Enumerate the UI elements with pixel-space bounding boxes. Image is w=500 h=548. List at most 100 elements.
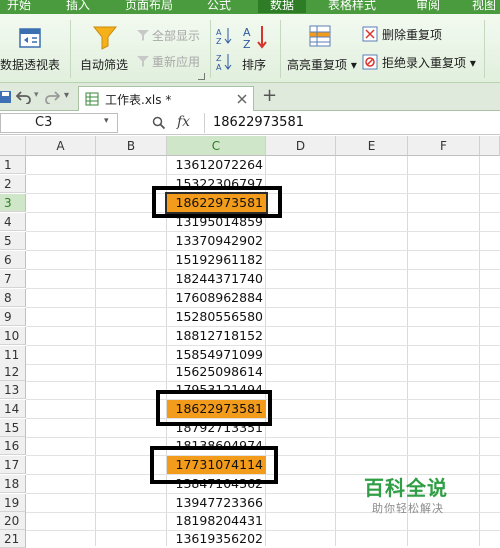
fx-icon[interactable]: fx — [177, 114, 190, 130]
menu-tab-insert[interactable]: 插入 — [56, 0, 100, 13]
annotation-box — [152, 186, 282, 218]
gridline — [479, 156, 480, 546]
remove-duplicates-icon — [362, 26, 378, 42]
sort-ascending-icon: AZ — [216, 28, 232, 46]
reapply-icon — [137, 56, 149, 67]
gridline — [335, 156, 336, 546]
cell-c5[interactable]: 13370942902 — [167, 232, 266, 250]
reject-duplicates-text: 拒绝录入重复项 — [382, 56, 467, 70]
svg-text:Z: Z — [216, 37, 222, 46]
cell-c6[interactable]: 15192961182 — [167, 251, 266, 269]
cell-c9[interactable]: 15280556580 — [167, 308, 266, 326]
row-header[interactable]: 7 — [0, 270, 26, 288]
row-header[interactable]: 9 — [0, 308, 26, 326]
row-header[interactable]: 20 — [0, 512, 26, 530]
row-header[interactable]: 13 — [0, 381, 26, 399]
undo-icon[interactable] — [16, 90, 32, 104]
row-header[interactable]: 2 — [0, 175, 26, 193]
pivot-table-button[interactable]: 数据透视表 — [0, 14, 66, 83]
row-header[interactable]: 21 — [0, 530, 26, 548]
spreadsheet-file-icon — [85, 92, 99, 106]
sort-asc-button[interactable]: AZ — [216, 26, 232, 46]
row-header[interactable]: 15 — [0, 419, 26, 437]
menu-tab-view[interactable]: 视图 — [462, 0, 500, 13]
menu-tab-formula[interactable]: 公式 — [196, 0, 242, 13]
highlight-duplicates-button[interactable]: 高亮重复项 ▾ — [284, 14, 358, 83]
cell-c7[interactable]: 18244371740 — [167, 270, 266, 288]
column-header-b[interactable]: B — [96, 136, 167, 156]
reapply-label: 重新应用 — [152, 55, 201, 69]
row-header[interactable]: 6 — [0, 251, 26, 269]
ribbon: 数据透视表 自动筛选 全部显示 重新应用 AZ ZA A Z 排序 高亮重复项 … — [0, 14, 500, 83]
row-header[interactable]: 3 — [0, 194, 26, 212]
formula-bar: C3 ▾ fx 18622973581 — [0, 111, 500, 135]
quick-access-dropdown-icon[interactable]: ▾ — [64, 90, 69, 101]
menu-tab-table-style[interactable]: 表格样式 — [320, 0, 384, 13]
row-header[interactable]: 8 — [0, 289, 26, 307]
column-header-g[interactable] — [480, 136, 500, 156]
menu-tab-review[interactable]: 审阅 — [406, 0, 450, 13]
filter-funnel-icon — [92, 26, 118, 50]
reapply-button[interactable]: 重新应用 — [134, 52, 210, 70]
annotation-box — [156, 390, 272, 426]
highlight-duplicates-text: 高亮重复项 — [287, 58, 348, 72]
row-header[interactable]: 10 — [0, 327, 26, 345]
svg-text:A: A — [216, 28, 222, 37]
remove-duplicates-button[interactable]: 删除重复项 — [360, 24, 460, 44]
highlight-duplicates-icon — [309, 25, 331, 47]
row-header[interactable]: 4 — [0, 213, 26, 231]
ribbon-divider — [484, 20, 485, 78]
cell-c11[interactable]: 15854971099 — [167, 346, 266, 364]
undo-dropdown-icon[interactable]: ▾ — [34, 90, 39, 100]
reject-duplicates-label: 拒绝录入重复项 ▾ — [382, 56, 476, 70]
row-header[interactable]: 14 — [0, 400, 26, 418]
cell-c1[interactable]: 13612072264 — [167, 156, 266, 174]
show-all-button[interactable]: 全部显示 — [134, 26, 210, 44]
reject-duplicates-button[interactable]: 拒绝录入重复项 ▾ — [360, 52, 482, 72]
row-header[interactable]: 1 — [0, 156, 26, 174]
reject-duplicates-icon — [362, 54, 378, 70]
pivot-table-label: 数据透视表 — [0, 58, 61, 72]
document-tab[interactable]: 工作表.xls * — [78, 86, 254, 111]
sort-desc-button[interactable]: ZA — [216, 52, 232, 72]
name-box-dropdown-icon[interactable]: ▾ — [104, 116, 109, 126]
column-header-d[interactable]: D — [266, 136, 336, 156]
column-header-a[interactable]: A — [26, 136, 96, 156]
row-header[interactable]: 19 — [0, 494, 26, 512]
menu-tab-home[interactable]: 开始 — [0, 0, 38, 13]
formula-input[interactable]: 18622973581 — [204, 113, 500, 133]
ribbon-divider — [210, 20, 211, 78]
zoom-search-icon[interactable] — [152, 116, 166, 130]
row-header[interactable]: 12 — [0, 363, 26, 381]
row-header[interactable]: 5 — [0, 232, 26, 250]
document-tab-bar: ▾ ▾ 工作表.xls * + — [0, 83, 500, 111]
close-tab-icon[interactable] — [237, 94, 247, 104]
remove-duplicates-label: 删除重复项 — [382, 28, 443, 42]
menu-tab-data[interactable]: 数据 — [258, 0, 306, 13]
watermark-logo: 百科全说 助你轻松解决 — [346, 468, 464, 520]
cell-c12[interactable]: 15625098614 — [167, 363, 266, 381]
sort-button[interactable]: A Z 排序 — [238, 14, 274, 83]
name-box[interactable]: C3 — [0, 113, 118, 133]
row-header[interactable]: 18 — [0, 475, 26, 493]
autofilter-button[interactable]: 自动筛选 — [78, 14, 130, 83]
cell-c21[interactable]: 13619356202 — [167, 530, 266, 548]
new-tab-button[interactable]: + — [262, 85, 277, 107]
column-header-f[interactable]: F — [408, 136, 480, 156]
row-header[interactable]: 17 — [0, 456, 26, 474]
column-header-e[interactable]: E — [336, 136, 408, 156]
cell-c20[interactable]: 18198204431 — [167, 512, 266, 530]
row-header[interactable]: 11 — [0, 346, 26, 364]
cell-c19[interactable]: 13947723366 — [167, 494, 266, 512]
save-icon[interactable] — [0, 90, 12, 104]
redo-icon[interactable] — [44, 90, 60, 104]
column-header-c[interactable]: C — [167, 136, 266, 156]
select-all-corner[interactable] — [0, 136, 26, 156]
svg-text:Z: Z — [216, 54, 222, 63]
row-header[interactable]: 16 — [0, 437, 26, 455]
dialog-launcher-icon[interactable] — [198, 73, 205, 80]
menu-tab-page-layout[interactable]: 页面布局 — [118, 0, 180, 13]
cell-c8[interactable]: 17608962884 — [167, 289, 266, 307]
cell-c10[interactable]: 18812718152 — [167, 327, 266, 345]
show-all-icon — [137, 30, 149, 41]
